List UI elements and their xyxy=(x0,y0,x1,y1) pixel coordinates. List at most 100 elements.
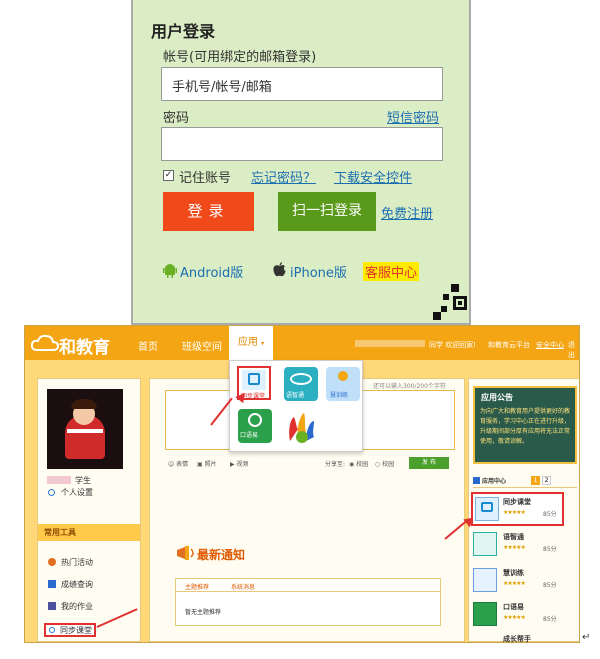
announcement-board: 应用公告 为向广大和教育用户提供更好的教育服务，学习中心正在进行升级，升级期间部… xyxy=(473,386,577,464)
app-row-huixunlian[interactable]: 慧训练 ★★★★★ 85分 xyxy=(473,566,565,596)
redacted-username xyxy=(355,340,425,347)
yuzhitong-tile-label: 语智通 xyxy=(286,392,305,399)
emoji-label: 表情 xyxy=(176,461,189,468)
app-name: 同步课堂 xyxy=(503,498,531,506)
share-option-1[interactable]: ◉ 校园 xyxy=(349,459,368,468)
dropdown-app-yuzhitong[interactable]: 语智通 xyxy=(284,367,318,401)
app-score: 85分 xyxy=(543,616,557,623)
tool-my-homework[interactable]: 我的作业 xyxy=(61,601,93,612)
dropdown-app-hands-icon[interactable] xyxy=(284,407,320,445)
nav-home[interactable]: 首页 xyxy=(138,338,158,353)
logout-link[interactable]: 退出 xyxy=(568,340,579,360)
tool-sync-classroom[interactable]: 同步课堂 xyxy=(60,625,92,636)
huixunlian-tile-label: 慧训练 xyxy=(330,392,349,399)
security-center-link[interactable]: 安全中心 xyxy=(536,340,564,350)
announcement-heading: 应用公告 xyxy=(481,393,513,402)
password-label: 密码 xyxy=(163,111,190,126)
tool-sync-classroom-highlight[interactable]: 同步课堂 xyxy=(44,623,96,637)
app-page-2[interactable]: 2 xyxy=(542,476,551,485)
share-option-1-label: 校园 xyxy=(356,461,369,468)
android-icon xyxy=(163,262,177,282)
tool-hot-activity[interactable]: 热门活动 xyxy=(61,557,93,568)
app-row-yuzhitong[interactable]: 语智通 ★★★★★ 85分 xyxy=(473,530,565,560)
tab-system-message[interactable]: 系统消息 xyxy=(231,582,255,591)
sync-classroom-app-icon xyxy=(475,497,499,521)
app-row-growth-helper[interactable]: 成长帮手 xyxy=(473,632,565,643)
tool-photo[interactable]: ▣ 照片 xyxy=(197,459,217,468)
app-center-header: 应用中心 1 2 xyxy=(473,476,577,488)
forgot-password-link[interactable]: 忘记密码？ xyxy=(251,167,316,186)
share-label: 分享至: xyxy=(325,461,346,468)
kouyuyi-tile-label: 口语易 xyxy=(240,432,259,439)
video-label: 视频 xyxy=(236,461,249,468)
portal-logo-text: 和教育 xyxy=(59,338,110,358)
cursor-mark: ↵ xyxy=(582,632,591,643)
login-title: 用户登录 xyxy=(151,22,216,41)
tab-topic-recommend[interactable]: 主题推荐 xyxy=(185,582,209,591)
megaphone-icon xyxy=(175,544,197,566)
app-name: 口语易 xyxy=(503,603,524,611)
remember-label: 记住账号 xyxy=(179,171,232,186)
portal-window: 和教育 首页 班级空间 应用 ▾ 同学 欢迎回家! 和教育云平台 安全中心 退出… xyxy=(24,325,580,643)
kouyuyi-app-icon xyxy=(473,602,497,626)
apps-dropdown: 同步课堂 语智通 慧训练 口语易 xyxy=(229,360,363,452)
app-score: 85分 xyxy=(543,511,557,518)
dropdown-app-kouyuyi[interactable]: 口语易 xyxy=(238,409,272,443)
share-option-2[interactable]: ○ 校园 xyxy=(375,459,394,468)
nav-apps[interactable]: 应用 ▾ xyxy=(229,326,273,360)
app-name: 语智通 xyxy=(503,533,524,541)
app-row-sync-classroom[interactable]: 同步课堂 ★★★★★ 85分 xyxy=(471,492,564,526)
tool-video[interactable]: ▶ 视频 xyxy=(230,459,249,468)
notice-title: 最新通知 xyxy=(197,548,246,562)
yuzhitong-app-icon xyxy=(473,532,497,556)
service-center-link[interactable]: 客服中心 xyxy=(363,262,420,281)
settings-icon xyxy=(48,489,55,496)
share-option-2-label: 校园 xyxy=(382,461,395,468)
password-input[interactable] xyxy=(161,127,443,161)
iphone-link[interactable]: iPhone版 xyxy=(290,262,347,281)
sms-password-link[interactable]: 短信密码 xyxy=(387,107,439,126)
app-score: 85分 xyxy=(543,546,557,553)
app-stars: ★★★★★ xyxy=(503,509,526,516)
app-stars: ★★★★★ xyxy=(503,544,526,551)
redacted-name xyxy=(47,476,71,484)
scan-login-button[interactable]: 扫一扫登录 xyxy=(278,192,376,231)
remember-checkbox[interactable]: ✓ xyxy=(163,170,174,181)
tool-score-query[interactable]: 成绩查询 xyxy=(61,579,93,590)
announcement-text: 为向广大和教育用户提供更好的教育服务，学习中心正在进行升级，升级期间部分厚有应用… xyxy=(480,408,571,445)
app-page-1[interactable]: 1 xyxy=(531,476,540,485)
homework-icon xyxy=(48,602,56,610)
app-row-kouyuyi[interactable]: 口语易 ★★★★★ 85分 xyxy=(473,600,565,630)
apple-icon xyxy=(273,262,286,281)
android-link[interactable]: Android版 xyxy=(180,262,243,281)
app-stars: ★★★★★ xyxy=(503,614,526,621)
account-input[interactable]: 手机号/帐号/邮箱 xyxy=(161,67,443,101)
nav-apps-label: 应用 xyxy=(237,337,258,348)
avatar[interactable] xyxy=(47,389,123,469)
cloud-platform-link[interactable]: 和教育云平台 xyxy=(488,340,530,350)
account-label: 帐号(可用绑定的邮箱登录) xyxy=(163,50,317,65)
app-score: 85分 xyxy=(543,582,557,589)
app-center-icon xyxy=(473,477,480,484)
register-link[interactable]: 免费注册 xyxy=(381,203,433,222)
photo-label: 照片 xyxy=(204,461,217,468)
app-name: 慧训练 xyxy=(503,569,524,577)
personal-settings-link[interactable]: 个人设置 xyxy=(61,487,93,498)
cloud-logo-icon xyxy=(30,334,60,356)
publish-button[interactable]: 发 布 xyxy=(409,457,449,469)
hot-activity-icon xyxy=(48,558,56,566)
login-button[interactable]: 登录 xyxy=(163,192,254,231)
char-count-hint: 还可以输入300/200个字符 xyxy=(373,383,446,390)
notice-tabs xyxy=(175,578,441,592)
app-name: 成长帮手 xyxy=(503,635,531,643)
notice-empty-text: 暂无主题推荐 xyxy=(185,609,222,616)
nav-class-space[interactable]: 班级空间 xyxy=(182,338,222,353)
qr-code-image xyxy=(433,282,469,324)
sync-classroom-tile-icon xyxy=(242,370,266,390)
app-center-title: 应用中心 xyxy=(482,478,507,485)
dropdown-app-huixunlian[interactable]: 慧训练 xyxy=(326,367,360,401)
download-control-link[interactable]: 下载安全控件 xyxy=(334,167,412,186)
tool-emoji[interactable]: ☺ 表情 xyxy=(168,459,188,468)
app-stars: ★★★★★ xyxy=(503,580,526,587)
tools-heading: 常用工具 xyxy=(38,524,140,541)
